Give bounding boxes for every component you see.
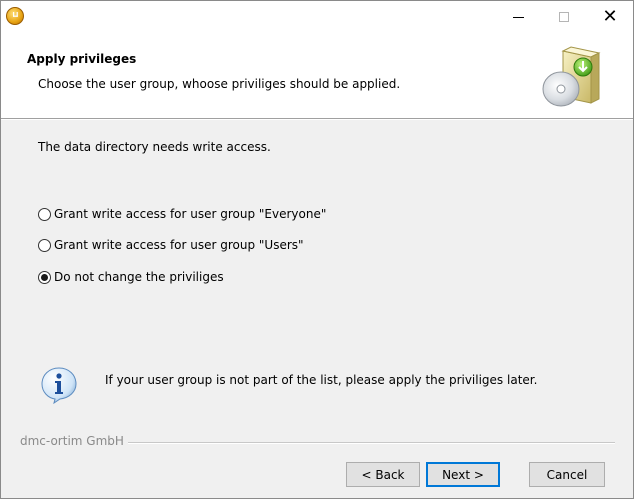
option-no-change[interactable]: Do not change the priviliges: [38, 270, 224, 284]
back-button[interactable]: < Back: [346, 462, 420, 487]
installer-icon: [6, 7, 24, 25]
close-button[interactable]: ✕: [587, 1, 633, 33]
info-icon: [41, 367, 77, 404]
close-icon: ✕: [602, 6, 618, 27]
installer-disc-icon: [542, 46, 601, 107]
minimize-icon: [512, 16, 524, 18]
wizard-header: Apply privileges Choose the user group, …: [1, 33, 633, 118]
radio-button-selected[interactable]: [38, 270, 51, 284]
brand-label: dmc-ortim GmbH: [20, 434, 128, 448]
radio-button[interactable]: [38, 207, 51, 221]
minimize-button[interactable]: [495, 1, 541, 33]
info-text: The data directory needs write access.: [38, 140, 271, 154]
cancel-button[interactable]: Cancel: [529, 462, 605, 487]
radio-button[interactable]: [38, 238, 51, 252]
option-users[interactable]: Grant write access for user group "Users…: [38, 238, 304, 252]
wizard-content: The data directory needs write access. G…: [1, 120, 633, 420]
next-button[interactable]: Next >: [426, 462, 500, 487]
brand-divider: dmc-ortim GmbH: [1, 434, 633, 450]
setup-window: ✕ Apply privileges Choose the user group…: [0, 0, 634, 499]
option-label: Do not change the priviliges: [54, 270, 224, 284]
option-everyone[interactable]: Grant write access for user group "Every…: [38, 207, 326, 221]
title-bar[interactable]: ✕: [1, 1, 633, 33]
page-subtitle: Choose the user group, whoose priviliges…: [38, 77, 401, 91]
option-label: Grant write access for user group "Users…: [54, 238, 304, 252]
note-text: If your user group is not part of the li…: [105, 373, 538, 387]
maximize-icon: [559, 12, 569, 22]
maximize-button[interactable]: [541, 1, 587, 33]
option-label: Grant write access for user group "Every…: [54, 207, 327, 221]
page-title: Apply privileges: [27, 52, 137, 66]
